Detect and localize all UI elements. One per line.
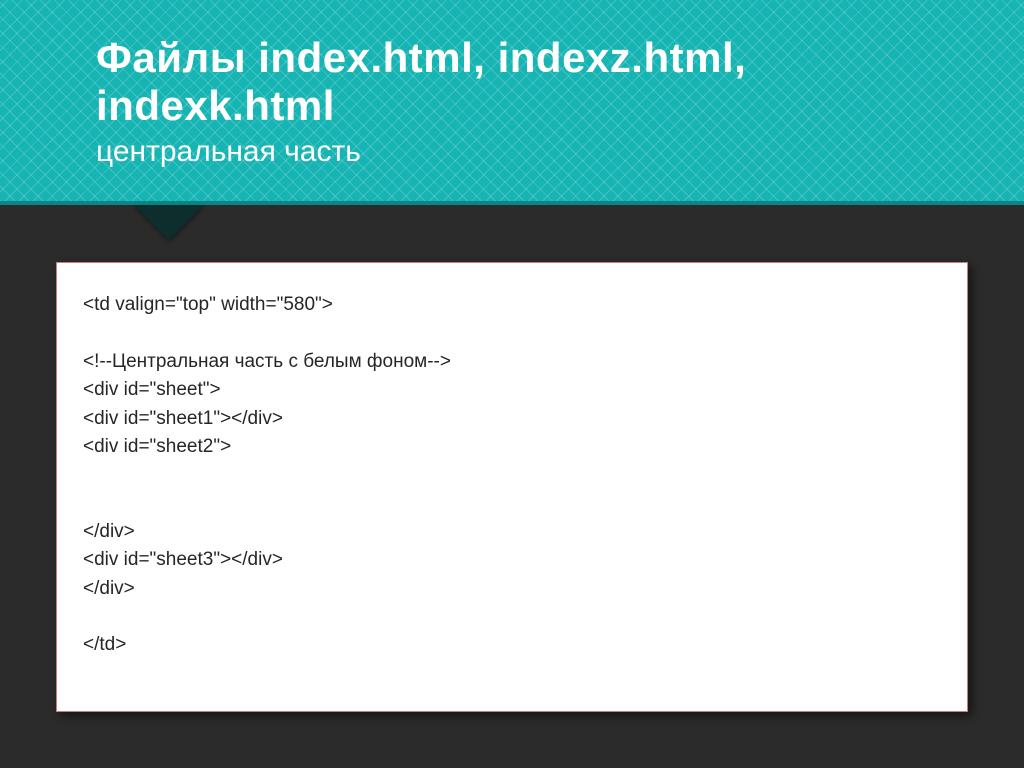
code-line: <div id="sheet"> [83, 376, 941, 405]
code-content-box: <td valign="top" width="580"> <!--Центра… [56, 262, 968, 712]
blank-line [83, 490, 941, 518]
blank-line [83, 462, 941, 490]
code-line: </td> [83, 631, 941, 660]
blank-line [83, 603, 941, 631]
code-line: </div> [83, 575, 941, 604]
slide-subtitle: центральная часть [96, 135, 1024, 169]
code-line: <!--Центральная часть с белым фоном--> [83, 348, 941, 377]
code-line: <div id="sheet3"></div> [83, 546, 941, 575]
slide-title-line2: indexk.html [96, 82, 1024, 130]
code-line: </div> [83, 518, 941, 547]
code-line: <td valign="top" width="580"> [83, 291, 941, 320]
slide-header: Файлы index.html, indexz.html, indexk.ht… [0, 0, 1024, 205]
header-arrow-icon [134, 205, 204, 245]
code-line: <div id="sheet1"></div> [83, 405, 941, 434]
code-line: <div id="sheet2"> [83, 433, 941, 462]
slide-title-line1: Файлы index.html, indexz.html, [96, 34, 1024, 82]
blank-line [83, 320, 941, 348]
